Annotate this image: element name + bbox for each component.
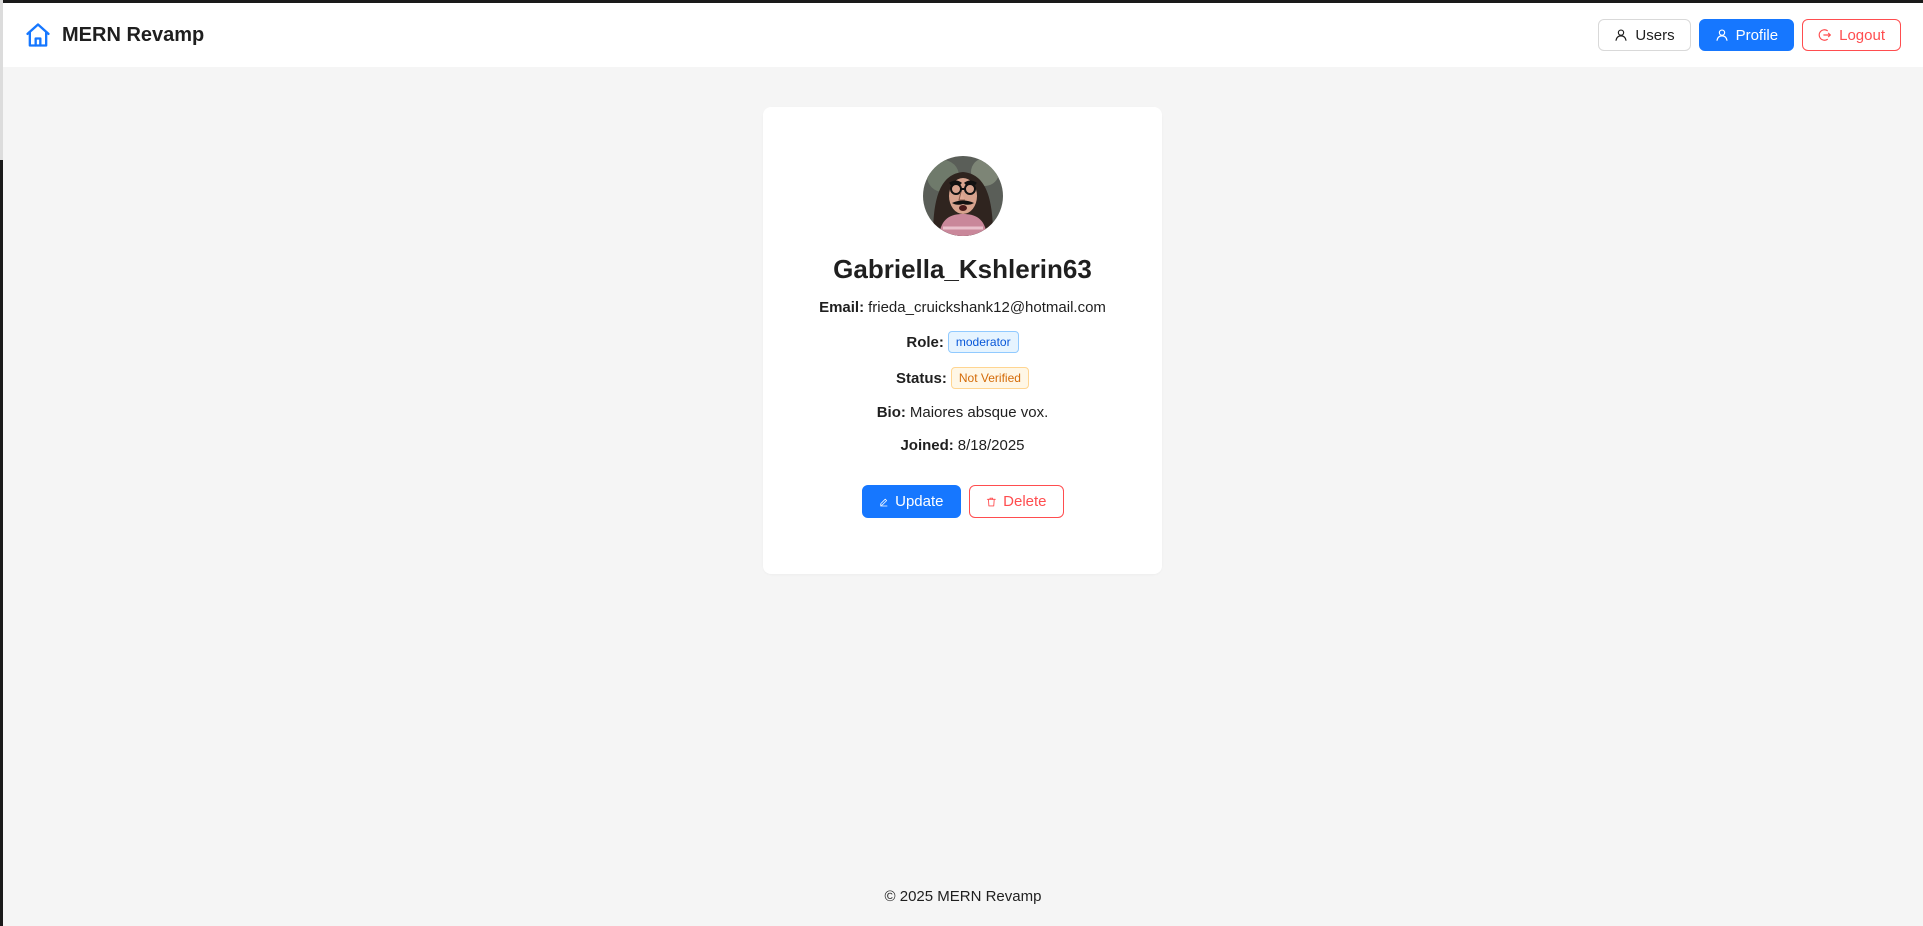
brand-title: MERN Revamp xyxy=(62,23,205,46)
role-badge: moderator xyxy=(947,331,1019,353)
email-value: frieda_cruickshank12@hotmail.com xyxy=(868,299,1106,316)
delete-button[interactable]: Delete xyxy=(968,485,1064,518)
avatar xyxy=(922,156,1003,236)
joined-label: Joined: xyxy=(900,437,954,454)
email-row: Email: frieda_cruickshank12@hotmail.com xyxy=(819,299,1106,316)
window-left-border xyxy=(0,160,3,926)
footer: © 2025 MERN Revamp xyxy=(3,888,1923,905)
update-button[interactable]: Update xyxy=(861,485,961,518)
logout-button-label: Logout xyxy=(1839,26,1885,44)
logout-icon xyxy=(1818,29,1832,41)
bio-label: Bio: xyxy=(876,404,906,421)
joined-value: 8/18/2025 xyxy=(957,437,1025,454)
role-row: Role: moderator xyxy=(906,331,1019,353)
top-nav: Users Profile Logout xyxy=(1598,19,1901,51)
users-button[interactable]: Users xyxy=(1598,19,1691,51)
profile-username: Gabriella_Kshlerin63 xyxy=(833,254,1092,284)
logout-button[interactable]: Logout xyxy=(1802,19,1901,51)
joined-row: Joined: 8/18/2025 xyxy=(900,437,1024,454)
role-label: Role: xyxy=(906,333,944,351)
user-icon xyxy=(1716,29,1728,41)
bio-row: Bio: Maiores absque vox. xyxy=(877,404,1049,421)
email-label: Email: xyxy=(819,299,865,316)
users-button-label: Users xyxy=(1635,26,1675,44)
profile-button[interactable]: Profile xyxy=(1698,19,1795,51)
home-icon xyxy=(26,23,50,47)
avatar-image xyxy=(922,156,1003,236)
status-label: Status: xyxy=(896,369,947,387)
footer-copyright: © 2025 MERN Revamp xyxy=(884,888,1042,905)
profile-button-label: Profile xyxy=(1735,26,1779,44)
edit-icon xyxy=(879,498,887,506)
brand-link[interactable]: MERN Revamp xyxy=(24,21,204,49)
trash-icon xyxy=(986,497,996,506)
profile-actions: Update Delete xyxy=(861,485,1064,518)
user-icon xyxy=(1615,29,1627,41)
update-button-label: Update xyxy=(895,493,944,510)
app-header: MERN Revamp Users Profile Logout xyxy=(3,3,1923,67)
status-row: Status: Not Verified xyxy=(896,367,1029,389)
bio-value: Maiores absque vox. xyxy=(909,404,1049,421)
delete-button-label: Delete xyxy=(1003,493,1047,510)
profile-card: Gabriella_Kshlerin63 Email: frieda_cruic… xyxy=(763,107,1162,574)
status-badge: Not Verified xyxy=(950,367,1029,389)
